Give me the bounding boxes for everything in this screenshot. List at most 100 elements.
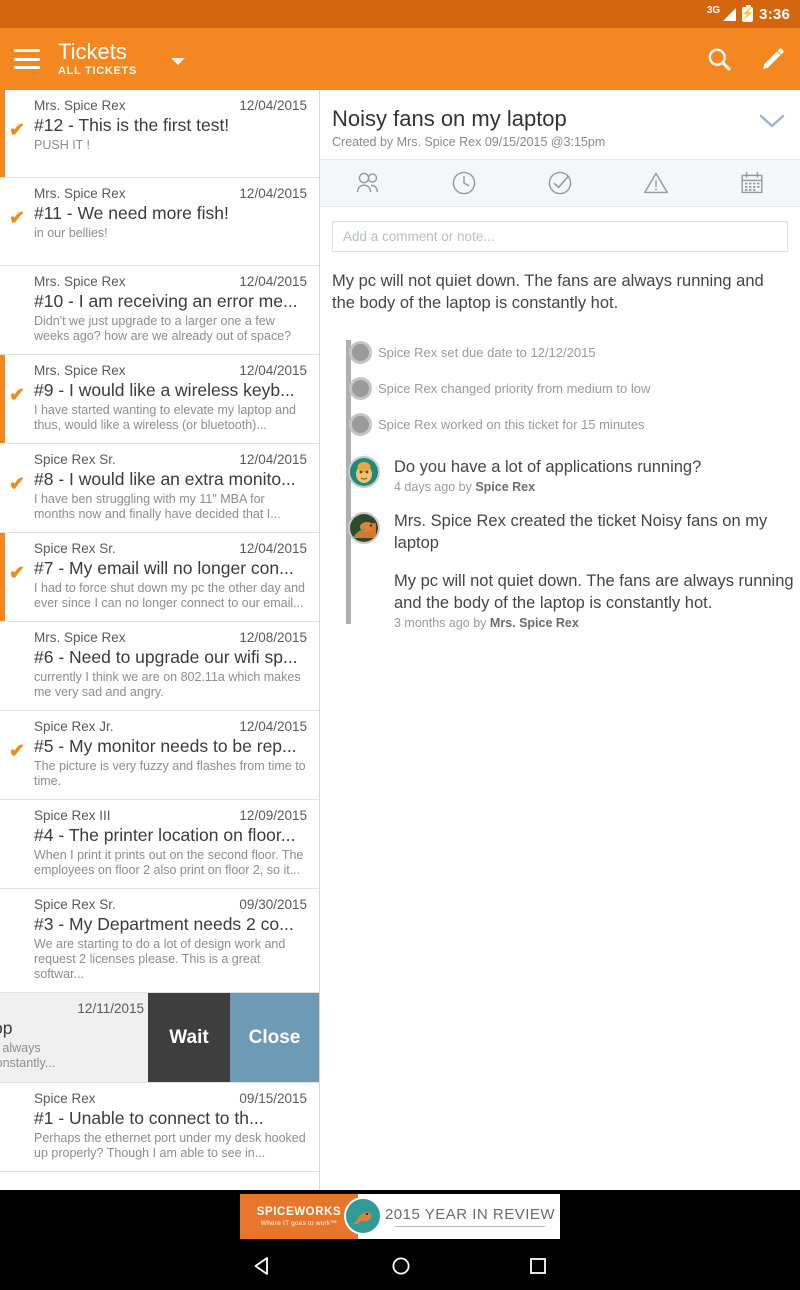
- ticket-from: Spice Rex Sr.: [34, 541, 116, 556]
- timeline-event: Spice Rex set due date to 12/12/2015: [332, 334, 800, 370]
- table-row[interactable]: ✔ Mrs. Spice Rex 12/04/2015 #11 - We nee…: [0, 178, 319, 266]
- calendar-icon[interactable]: [704, 170, 800, 196]
- ticket-title: n my laptop: [0, 1018, 13, 1038]
- wait-button[interactable]: Wait: [148, 993, 230, 1082]
- comment-text: Do you have a lot of applications runnin…: [394, 458, 702, 476]
- table-row[interactable]: Mrs. Spice Rex 12/08/2015 #6 - Need to u…: [0, 622, 319, 711]
- ticket-from: Spice Rex III: [34, 808, 111, 823]
- ticket-from: Mrs. Spice Rex: [34, 363, 126, 378]
- table-row[interactable]: Mrs. Spice Rex 12/04/2015 #10 - I am rec…: [0, 266, 319, 355]
- ticket-title: #8 - I would like an extra monito...: [34, 469, 296, 489]
- ticket-description: My pc will not quiet down. The fans are …: [332, 272, 764, 312]
- swiped-table-row[interactable]: 12/11/2015 n my laptop . The fans are al…: [0, 993, 319, 1083]
- ad-divider: [395, 1225, 545, 1227]
- ticket-from: Spice Rex Sr.: [34, 452, 116, 467]
- ticket-date: 12/08/2015: [239, 630, 307, 645]
- network-type-label: 3G: [706, 4, 721, 16]
- ticket-date: 12/11/2015: [77, 1001, 144, 1016]
- search-icon[interactable]: [706, 46, 733, 73]
- caret-down-icon[interactable]: [171, 57, 185, 65]
- table-row[interactable]: ✔ Spice Rex Sr. 12/04/2015 #7 - My email…: [0, 533, 319, 622]
- android-nav-bar: [0, 1242, 800, 1290]
- check-icon: ✔: [9, 208, 25, 229]
- ticket-created-note: Mrs. Spice Rex created the ticket Noisy …: [394, 512, 768, 552]
- ticket-title: #12 - This is the first test!: [34, 115, 230, 135]
- comment-meta: 4 days ago by Spice Rex: [388, 480, 800, 494]
- ticket-snippet: Didn't we just upgrade to a larger one a…: [34, 314, 292, 343]
- comment-author: Mrs. Spice Rex: [489, 616, 579, 630]
- close-button[interactable]: Close: [230, 993, 319, 1082]
- recents-square-icon[interactable]: [528, 1256, 548, 1276]
- ticket-date: 12/04/2015: [239, 274, 307, 289]
- ticket-title: #6 - Need to upgrade our wifi sp...: [34, 647, 298, 667]
- ticket-title: #9 - I would like a wireless keyb...: [34, 380, 295, 400]
- comment-text: My pc will not quiet down. The fans are …: [394, 572, 794, 612]
- detail-action-bar: [320, 159, 800, 207]
- table-row[interactable]: Spice Rex 09/15/2015 #1 - Unable to conn…: [0, 1083, 319, 1172]
- ticket-snippet: When I print it prints out on the second…: [34, 848, 304, 877]
- ticket-date: 09/30/2015: [239, 897, 307, 912]
- table-row[interactable]: Spice Rex III 12/09/2015 #4 - The printe…: [0, 800, 319, 889]
- table-row[interactable]: ✔ Spice Rex Sr. 12/04/2015 #8 - I would …: [0, 444, 319, 533]
- ticket-snippet: currently I think we are on 802.11a whic…: [34, 670, 301, 699]
- status-bar: 3G ⚡ 3:36: [0, 0, 800, 28]
- detail-header: Noisy fans on my laptop Created by Mrs. …: [320, 90, 800, 159]
- ticket-snippet: We are starting to do a lot of design wo…: [34, 937, 286, 981]
- ticket-list[interactable]: ✔ Mrs. Spice Rex 12/04/2015 #12 - This i…: [0, 90, 320, 1190]
- home-circle-icon[interactable]: [390, 1255, 412, 1277]
- battery-charging-icon: ⚡: [740, 4, 755, 22]
- ticket-from: Mrs. Spice Rex: [34, 98, 126, 113]
- swiped-row-content[interactable]: 12/11/2015 n my laptop . The fans are al…: [0, 993, 148, 1082]
- page-subtitle: ALL TICKETS: [58, 65, 137, 77]
- ticket-from: Spice Rex Sr.: [34, 897, 116, 912]
- check-circle-icon[interactable]: [512, 169, 608, 197]
- ticket-snippet: I have ben struggling with my 11" MBA fo…: [34, 492, 281, 521]
- ticket-date: 12/04/2015: [239, 719, 307, 734]
- title-block: Tickets ALL TICKETS: [58, 40, 137, 78]
- avatar: [348, 456, 380, 488]
- comment-time: 3 months ago by: [394, 616, 490, 630]
- timeline-dot: [349, 413, 372, 436]
- ticket-date: 12/04/2015: [239, 98, 307, 113]
- ad-tagline: Where IT goes to work™: [260, 1219, 338, 1227]
- chevron-down-icon[interactable]: [758, 112, 786, 135]
- ticket-title: #4 - The printer location on floor...: [34, 825, 296, 845]
- ticket-title: #5 - My monitor needs to be rep...: [34, 736, 297, 756]
- avatar: [348, 512, 380, 544]
- ad-banner[interactable]: SPICEWORKS Where IT goes to work™ 2015 Y…: [240, 1193, 560, 1239]
- ticket-date: 12/04/2015: [239, 186, 307, 201]
- ad-banner-zone: SPICEWORKS Where IT goes to work™ 2015 Y…: [0, 1190, 800, 1242]
- hamburger-icon[interactable]: [14, 49, 40, 69]
- table-row[interactable]: ✔ Mrs. Spice Rex 12/04/2015 #12 - This i…: [0, 90, 319, 178]
- ticket-snippet: I have started wanting to elevate my lap…: [34, 403, 296, 432]
- table-row[interactable]: Spice Rex Sr. 09/30/2015 #3 - My Departm…: [0, 889, 319, 993]
- ad-headline-block: 2015 YEAR IN REVIEW: [358, 1194, 560, 1239]
- ticket-snippet: in our bellies!: [34, 226, 108, 240]
- ticket-snippet: Perhaps the ethernet port under my desk …: [34, 1131, 306, 1160]
- ticket-title: #3 - My Department needs 2 co...: [34, 914, 294, 934]
- ticket-snippet: PUSH IT !: [34, 138, 91, 152]
- unread-bar: [0, 533, 5, 621]
- timeline-event-text: Spice Rex worked on this ticket for 15 m…: [378, 416, 645, 432]
- content-area: ✔ Mrs. Spice Rex 12/04/2015 #12 - This i…: [0, 90, 800, 1190]
- back-triangle-icon[interactable]: [252, 1255, 274, 1277]
- clock-label: 3:36: [759, 5, 790, 23]
- warning-triangle-icon[interactable]: [608, 170, 704, 196]
- pencil-icon[interactable]: [759, 46, 786, 73]
- ad-logo-text: SPICEWORKS: [256, 1205, 342, 1218]
- comment-time: 4 days ago by: [394, 480, 476, 494]
- activity-timeline: Spice Rex set due date to 12/12/2015 Spi…: [320, 334, 800, 630]
- page-title: Tickets: [58, 39, 127, 64]
- table-row[interactable]: ✔ Mrs. Spice Rex 12/04/2015 #9 - I would…: [0, 355, 319, 444]
- people-icon[interactable]: [320, 170, 416, 196]
- clock-icon[interactable]: [416, 169, 512, 197]
- table-row[interactable]: ✔ Spice Rex Jr. 12/04/2015 #5 - My monit…: [0, 711, 319, 800]
- unread-bar: [0, 355, 5, 443]
- comment-input[interactable]: Add a comment or note...: [332, 221, 788, 252]
- comment-placeholder: Add a comment or note...: [343, 229, 495, 244]
- swipe-actions: Wait Close: [148, 993, 319, 1082]
- ad-brand-block: SPICEWORKS Where IT goes to work™: [240, 1193, 358, 1239]
- comment-meta: 3 months ago by Mrs. Spice Rex: [388, 616, 800, 630]
- check-icon: ✔: [9, 563, 25, 584]
- check-icon: ✔: [9, 474, 25, 495]
